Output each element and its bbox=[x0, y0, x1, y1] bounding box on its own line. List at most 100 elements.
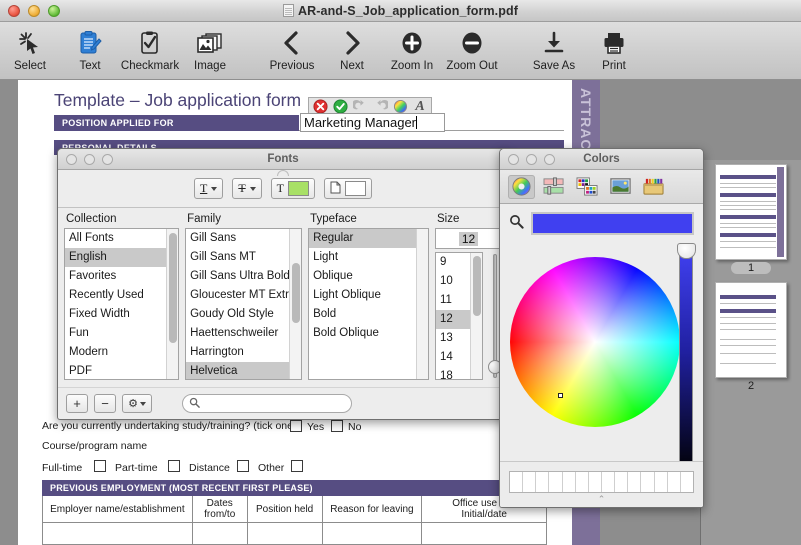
mode-checkbox-part-time[interactable] bbox=[168, 460, 180, 472]
thumbnail-sidebar[interactable]: 1 2 bbox=[700, 160, 801, 545]
crayons-tab[interactable] bbox=[640, 175, 667, 199]
fonts-panel-resize-nub[interactable] bbox=[277, 170, 289, 176]
toolbar-button-image[interactable]: Image bbox=[180, 26, 240, 72]
magnifier-icon[interactable] bbox=[509, 214, 524, 234]
colors-panel[interactable]: Colors ⌃ bbox=[499, 148, 704, 508]
color-wheel[interactable] bbox=[510, 257, 680, 427]
family-item-0[interactable]: Gill Sans bbox=[186, 229, 289, 248]
cell-office-1[interactable] bbox=[421, 522, 547, 545]
collection-item-7[interactable]: PDF bbox=[65, 362, 166, 379]
family-item-6[interactable]: Harrington bbox=[186, 343, 289, 362]
study-no-checkbox[interactable] bbox=[331, 420, 343, 432]
family-item-7[interactable]: Helvetica bbox=[186, 362, 290, 379]
color-swatch-1[interactable] bbox=[523, 472, 537, 492]
color-swatch-5[interactable] bbox=[576, 472, 589, 492]
size-item-0[interactable]: 9 bbox=[436, 253, 470, 272]
typeface-item-2[interactable]: Oblique bbox=[309, 267, 416, 286]
cell-reason-1[interactable] bbox=[321, 522, 423, 545]
mode-checkbox-distance[interactable] bbox=[237, 460, 249, 472]
family-item-5[interactable]: Haettenschweiler bbox=[186, 324, 289, 343]
color-swatch-2[interactable] bbox=[536, 472, 550, 492]
color-swatch-13[interactable] bbox=[681, 472, 693, 492]
toolbar-button-select[interactable]: Select bbox=[0, 26, 60, 72]
color-swatch-4[interactable] bbox=[563, 472, 576, 492]
cell-position-1[interactable] bbox=[246, 522, 323, 545]
fonts-search-field[interactable] bbox=[182, 394, 352, 413]
size-item-4[interactable]: 13 bbox=[436, 329, 470, 348]
color-swatch-12[interactable] bbox=[668, 472, 681, 492]
size-item-2[interactable]: 11 bbox=[436, 291, 470, 310]
collection-item-1[interactable]: English bbox=[65, 248, 167, 267]
strikethrough-dropdown[interactable]: T bbox=[232, 178, 262, 199]
study-yes-checkbox[interactable] bbox=[290, 420, 302, 432]
toolbar-button-save-as[interactable]: Save As bbox=[524, 26, 584, 72]
text-color-button[interactable]: T bbox=[270, 178, 316, 199]
collection-item-2[interactable]: Favorites bbox=[65, 267, 166, 286]
page-thumbnail-1[interactable] bbox=[715, 164, 787, 260]
family-item-4[interactable]: Goudy Old Style bbox=[186, 305, 289, 324]
color-swatch-strip[interactable] bbox=[509, 471, 694, 493]
family-scrollbar[interactable] bbox=[289, 229, 302, 379]
toolbar-button-text[interactable]: Text bbox=[60, 26, 120, 72]
page-thumbnail-2[interactable] bbox=[715, 282, 787, 378]
family-item-3[interactable]: Gloucester MT Extra bbox=[186, 286, 289, 305]
color-swatch-6[interactable] bbox=[589, 472, 602, 492]
color-palettes-tab[interactable] bbox=[574, 175, 601, 199]
color-sliders-tab[interactable] bbox=[541, 175, 568, 199]
collection-listbox[interactable]: All Fonts English Favorites Recently Used Fi… bbox=[64, 228, 180, 380]
collection-scrollbar[interactable] bbox=[166, 229, 179, 379]
underline-dropdown[interactable]: T bbox=[193, 178, 224, 199]
size-input[interactable]: 12 bbox=[435, 228, 502, 249]
add-collection-button[interactable]: + bbox=[66, 394, 88, 413]
collection-item-4[interactable]: Fixed Width bbox=[65, 305, 166, 324]
typeface-listbox[interactable]: Regular Light Oblique Light Oblique Bold Bold… bbox=[308, 228, 429, 380]
toolbar-button-zoom-out[interactable]: Zoom Out bbox=[442, 26, 502, 72]
color-swatch-3[interactable] bbox=[549, 472, 563, 492]
mode-checkbox-full-time[interactable] bbox=[94, 460, 106, 472]
size-item-5[interactable]: 14 bbox=[436, 348, 470, 367]
cell-dates-1[interactable] bbox=[191, 522, 248, 545]
size-item-1[interactable]: 10 bbox=[436, 272, 470, 291]
mode-checkbox-other[interactable] bbox=[291, 460, 303, 472]
remove-collection-button[interactable]: − bbox=[94, 394, 116, 413]
position-applied-input[interactable]: Marketing Manager bbox=[300, 113, 445, 132]
family-item-1[interactable]: Gill Sans MT bbox=[186, 248, 289, 267]
color-swatch-0[interactable] bbox=[510, 472, 524, 492]
collection-item-5[interactable]: Fun bbox=[65, 324, 166, 343]
size-listbox[interactable]: 910111213141824 bbox=[435, 252, 483, 380]
color-swatch-10[interactable] bbox=[641, 472, 655, 492]
fonts-search-input[interactable] bbox=[204, 397, 334, 410]
family-item-2[interactable]: Gill Sans Ultra Bold bbox=[186, 267, 289, 286]
typeface-item-5[interactable]: Bold Oblique bbox=[309, 324, 416, 343]
size-scrollbar[interactable] bbox=[470, 253, 482, 379]
image-palettes-tab[interactable] bbox=[607, 175, 634, 199]
toolbar-button-zoom-in[interactable]: Zoom In bbox=[382, 26, 442, 72]
toolbar-button-checkmark[interactable]: Checkmark bbox=[120, 26, 180, 72]
collection-item-3[interactable]: Recently Used bbox=[65, 286, 166, 305]
toolbar-button-previous[interactable]: Previous bbox=[262, 26, 322, 72]
color-wheel-tab[interactable] bbox=[508, 174, 535, 199]
selected-color-swatch[interactable] bbox=[531, 212, 694, 235]
typeface-item-4[interactable]: Bold bbox=[309, 305, 416, 324]
size-item-3[interactable]: 12 bbox=[436, 310, 470, 329]
fonts-action-menu-button[interactable]: ⚙ bbox=[122, 394, 152, 413]
fonts-panel[interactable]: Fonts T T T Collection All Fonts English… bbox=[57, 148, 509, 420]
family-listbox[interactable]: Gill Sans Gill Sans MT Gill Sans Ultra Bol… bbox=[185, 228, 303, 380]
color-swatch-7[interactable] bbox=[602, 472, 616, 492]
color-wheel-selection-dot[interactable] bbox=[558, 393, 563, 398]
typeface-scrollbar[interactable] bbox=[416, 229, 428, 379]
brightness-slider-track[interactable] bbox=[679, 249, 693, 477]
size-item-6[interactable]: 18 bbox=[436, 367, 470, 379]
collection-item-0[interactable]: All Fonts bbox=[65, 229, 166, 248]
cell-employer-1[interactable] bbox=[42, 522, 193, 545]
collection-item-6[interactable]: Modern bbox=[65, 343, 166, 362]
toolbar-button-next[interactable]: Next bbox=[322, 26, 382, 72]
typeface-item-0[interactable]: Regular bbox=[309, 229, 416, 248]
typeface-item-1[interactable]: Light bbox=[309, 248, 416, 267]
color-swatch-11[interactable] bbox=[655, 472, 668, 492]
color-swatch-9[interactable] bbox=[628, 472, 642, 492]
brightness-slider-knob[interactable] bbox=[677, 243, 696, 259]
color-swatch-8[interactable] bbox=[615, 472, 629, 492]
toolbar-button-print[interactable]: Print bbox=[584, 26, 644, 72]
resize-grip-icon[interactable]: ⌃ bbox=[598, 494, 606, 505]
